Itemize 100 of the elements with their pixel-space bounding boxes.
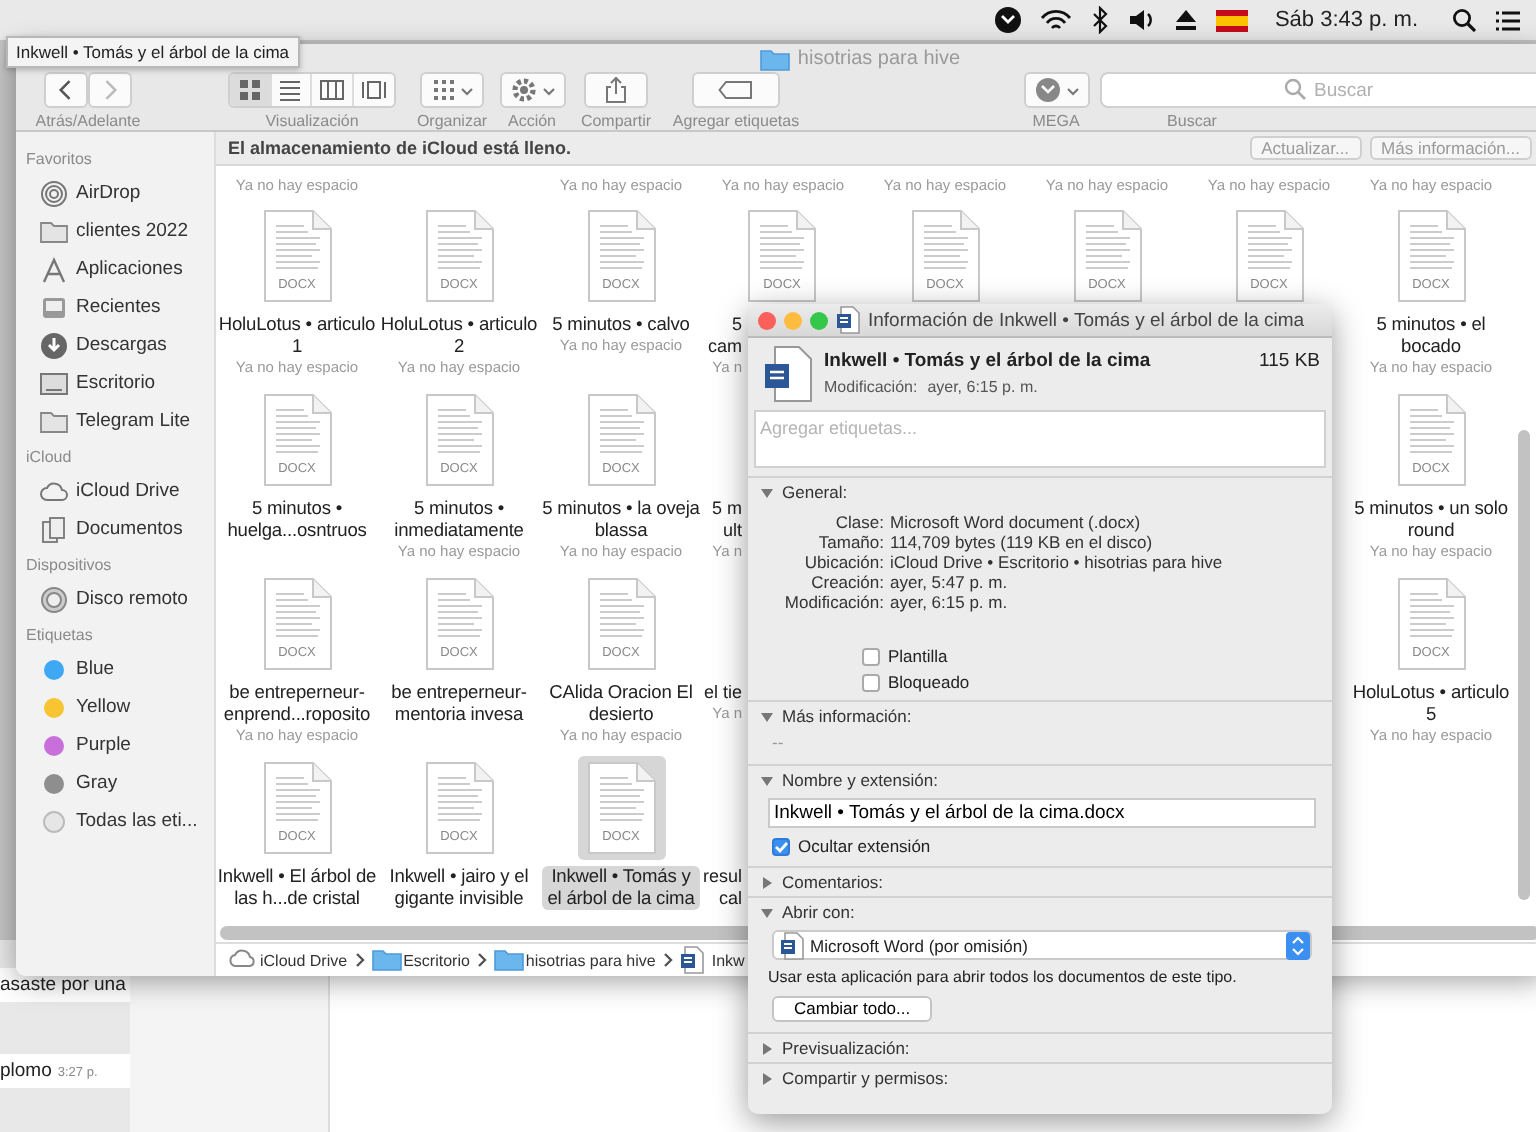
file-name[interactable]: 5 minutos • inmediatamente	[376, 498, 542, 542]
file-name[interactable]: 5 minutos • huelga...osntruos	[216, 498, 380, 542]
add-tags-button[interactable]	[692, 72, 780, 108]
file-name[interactable]: HoluLotus • articulo 5	[1348, 682, 1514, 726]
file-name[interactable]: 5	[731, 314, 742, 336]
view-switcher[interactable]	[228, 72, 396, 108]
toolbar-label: Atrás/Adelante	[35, 112, 141, 132]
mega-button[interactable]	[1023, 72, 1089, 108]
sidebar-item[interactable]: Blue	[16, 650, 214, 688]
help-text: Usar esta aplicación para abrir todos los documentos de este tipo.	[766, 966, 1239, 986]
section-toggle[interactable]: Más información:	[748, 702, 1332, 730]
sidebar-item[interactable]: Yellow	[16, 688, 214, 726]
checkbox[interactable]	[772, 837, 790, 855]
tags-field[interactable]: Agregar etiquetas...	[754, 410, 1326, 468]
checkbox[interactable]	[862, 673, 880, 691]
folder-icon	[371, 946, 402, 974]
file-name[interactable]: be entreperneur- mentoria invesa	[376, 682, 542, 726]
volume-icon[interactable]	[1128, 6, 1157, 34]
sidebar-item[interactable]: Gray	[16, 764, 214, 802]
file-name[interactable]: resul	[702, 866, 742, 888]
field-value: 114,709 bytes (119 KB en el disco)	[890, 532, 1155, 552]
search-icon[interactable]	[1452, 8, 1476, 32]
file-name[interactable]: HoluLotus • articulo 1	[216, 314, 380, 358]
message-text: plomo	[0, 1060, 52, 1082]
file-name[interactable]: 5 minutos • la oveja blassa	[538, 498, 704, 542]
disclosure-triangle-icon	[760, 1072, 774, 1086]
close-button[interactable]	[758, 311, 776, 329]
section-toggle[interactable]: Nombre y extensión:	[748, 766, 1332, 794]
window-title: hisotrias para hive	[797, 47, 961, 69]
sidebar-item[interactable]: Aplicaciones	[16, 250, 214, 288]
path-item[interactable]: hisotrias para hive	[493, 946, 656, 974]
file-name[interactable]: 5 minutos • calvo	[538, 314, 704, 336]
file-name[interactable]: 5 minutos • un solo round	[1348, 498, 1514, 542]
section-toggle[interactable]: Previsualización:	[748, 1034, 1332, 1062]
section-toggle[interactable]: Compartir y permisos:	[748, 1064, 1332, 1092]
disclosure-triangle-icon	[760, 486, 774, 500]
toolbar-label: Compartir	[580, 112, 652, 132]
sidebar-item[interactable]: iCloud Drive	[16, 472, 214, 510]
flag-icon[interactable]	[1216, 9, 1249, 31]
file-name[interactable]: el tie	[703, 682, 742, 704]
cloud-icon	[40, 477, 68, 505]
field-label: Modificación:	[824, 378, 918, 396]
file-name[interactable]: CAlida Oracion El desierto	[538, 682, 704, 726]
search-field[interactable]: Buscar	[1100, 72, 1536, 108]
name-field[interactable]: Inkwell • Tomás y el árbol de la cima.docx	[768, 798, 1316, 828]
file-name[interactable]: cal	[718, 888, 742, 910]
file-name[interactable]: 5 m	[711, 498, 742, 520]
file-name[interactable]: Inkwell • jairo y el gigante invisible	[376, 866, 542, 910]
disclosure-triangle-icon	[760, 876, 774, 890]
section-toggle[interactable]: Abrir con:	[748, 898, 1332, 926]
sidebar-item[interactable]: Documentos	[16, 510, 214, 548]
file-name[interactable]: cam	[707, 336, 742, 358]
file-name[interactable]: Inkwell • El árbol de las h...de cristal	[216, 866, 380, 910]
scrollbar-thumb[interactable]	[1518, 430, 1530, 900]
field-label: Modificación:	[782, 592, 884, 612]
view-mode-button[interactable]	[230, 74, 271, 106]
section-toggle[interactable]: General:	[748, 478, 1332, 506]
path-item[interactable]: Inkw	[679, 946, 745, 974]
download-icon	[40, 331, 68, 359]
menu-icon[interactable]	[1494, 9, 1520, 31]
share-button[interactable]	[584, 72, 648, 108]
path-item[interactable]: iCloud Drive	[228, 946, 348, 974]
sidebar-item[interactable]: Escritorio	[16, 364, 214, 402]
back-button[interactable]	[44, 72, 88, 108]
toolbar-label: Agregar etiquetas	[672, 112, 800, 132]
disclosure-triangle-icon	[760, 710, 774, 724]
sidebar-item[interactable]: Todas las eti...	[16, 802, 214, 840]
path-item[interactable]: Escritorio	[371, 946, 470, 974]
file-name[interactable]: HoluLotus • articulo 2	[376, 314, 542, 358]
file-name[interactable]: be entreperneur- enprend...roposito	[216, 682, 380, 726]
file-name[interactable]: ult	[722, 520, 742, 542]
banner-message: El almacenamiento de iCloud está lleno.	[228, 138, 574, 158]
sidebar-item[interactable]: AirDrop	[16, 174, 214, 212]
word-document-icon	[780, 931, 804, 959]
wifi-icon[interactable]	[1040, 8, 1073, 32]
folder-icon	[40, 217, 68, 245]
eject-icon[interactable]	[1174, 8, 1199, 32]
app-popup[interactable]: Microsoft Word (por omisión)	[772, 930, 1312, 960]
sidebar-item[interactable]: Telegram Lite	[16, 402, 214, 440]
file-name[interactable]: Inkwell • Tomás y el árbol de la cima	[542, 866, 700, 910]
tag-icon	[718, 80, 754, 100]
sidebar-item[interactable]: Purple	[16, 726, 214, 764]
checkbox[interactable]	[862, 647, 880, 665]
sidebar-item[interactable]: Recientes	[16, 288, 214, 326]
section-toggle[interactable]: Comentarios:	[748, 868, 1332, 896]
chevron-right-icon	[353, 952, 366, 968]
sidebar-item[interactable]: Descargas	[16, 326, 214, 364]
sidebar-item[interactable]: Disco remoto	[16, 580, 214, 618]
arrange-button[interactable]	[420, 72, 484, 108]
sidebar-item[interactable]: clientes 2022	[16, 212, 214, 250]
gear-icon	[509, 76, 537, 104]
field-value: ayer, 6:15 p. m.	[927, 378, 1038, 396]
action-button[interactable]	[499, 72, 565, 108]
folder-icon	[493, 946, 524, 974]
menubar-clock[interactable]: Sáb 3:43 p. m.	[1274, 8, 1418, 32]
bluetooth-icon[interactable]	[1090, 6, 1111, 34]
toolbar-label: Buscar	[1165, 112, 1219, 132]
file-name[interactable]: 5 minutos • el bocado	[1348, 314, 1514, 358]
sidebar-heading: iCloud	[24, 446, 74, 470]
change-all-button[interactable]: Cambiar todo...	[772, 996, 933, 1022]
